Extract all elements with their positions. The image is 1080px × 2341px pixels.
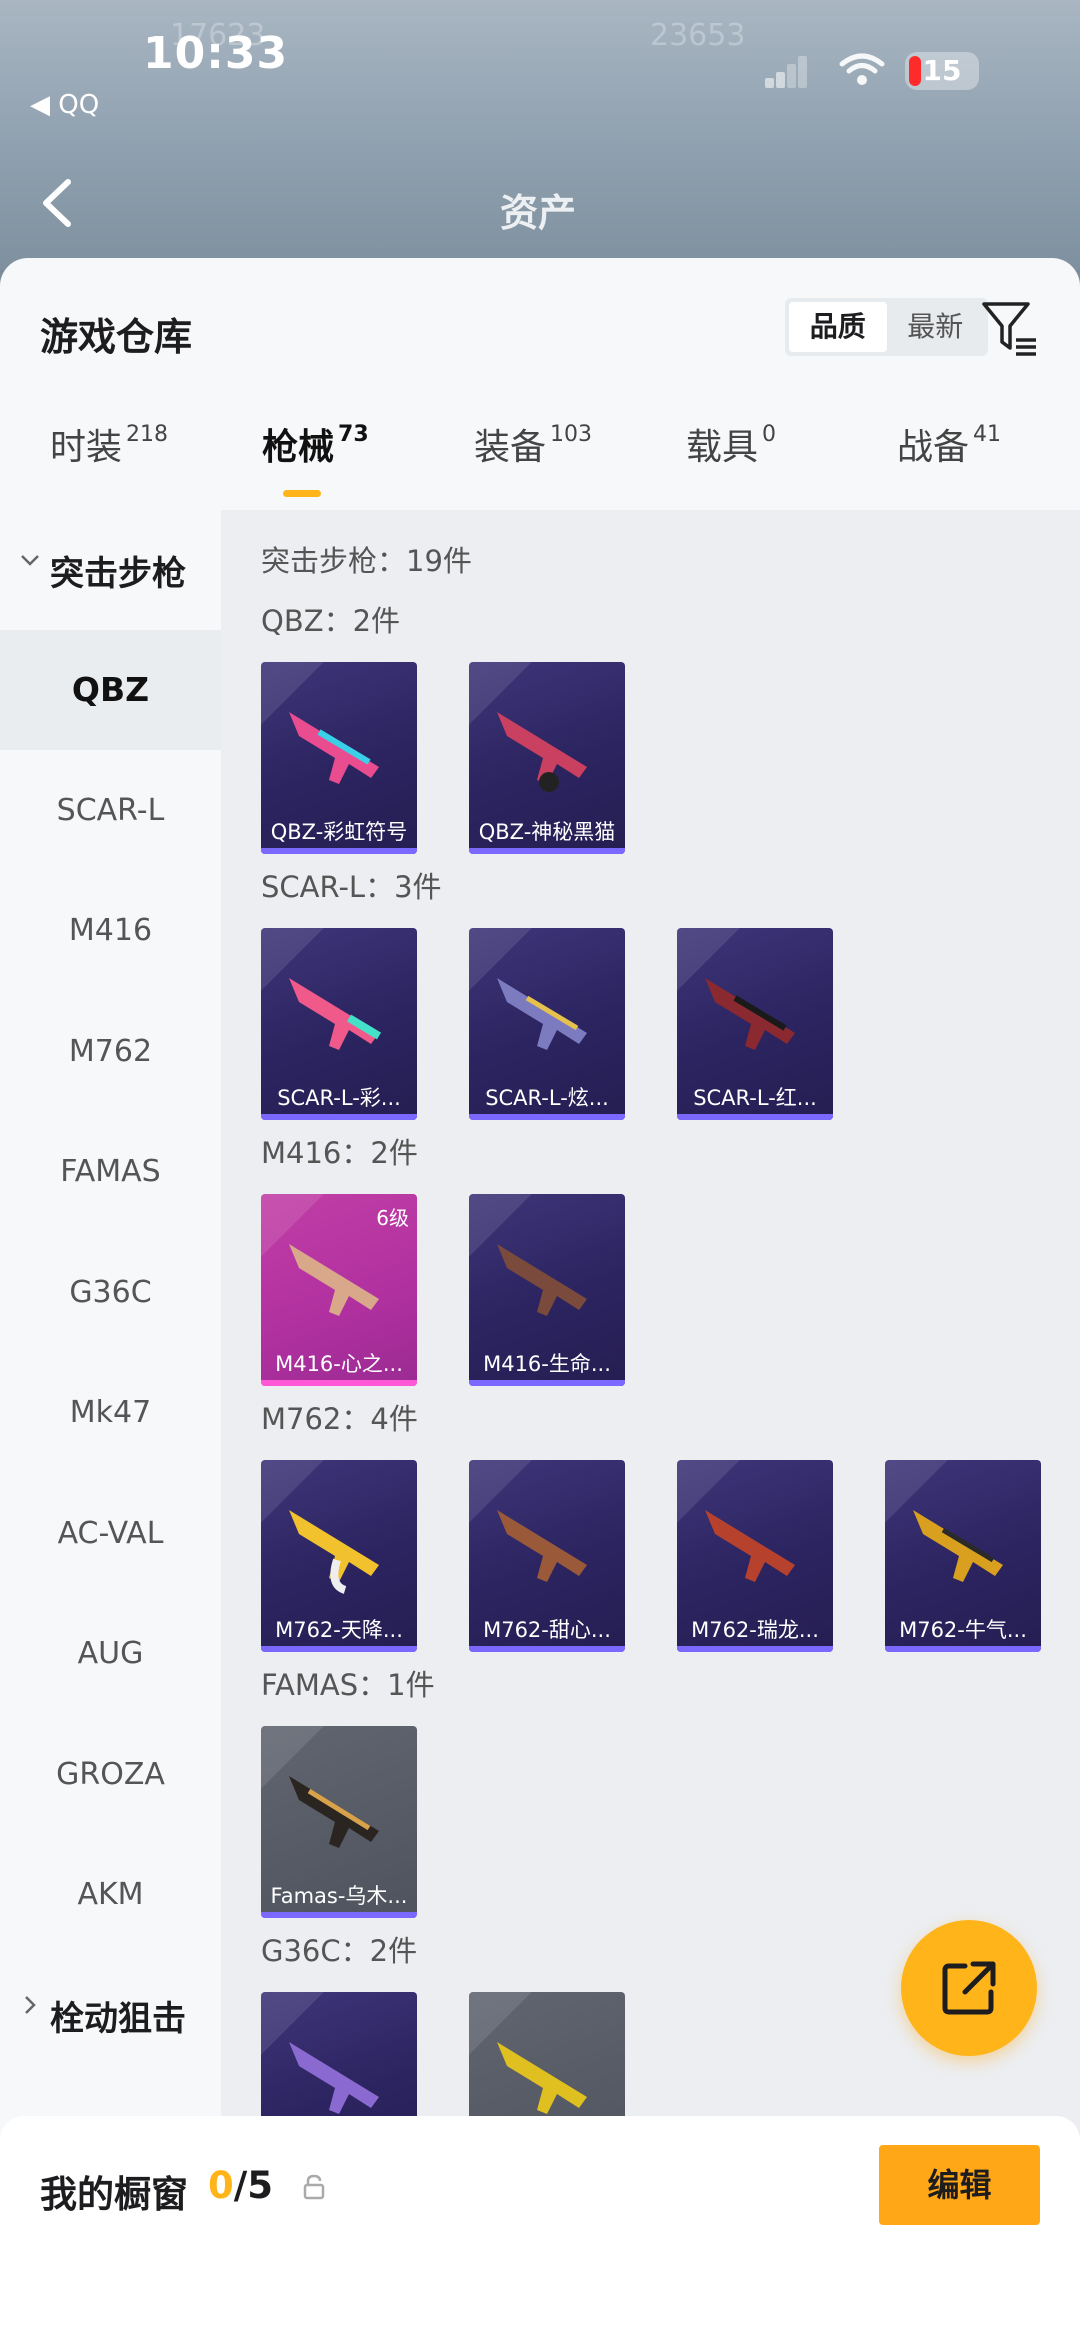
section-title: M762：4件 [261, 1402, 418, 1436]
rifle-skin-icon [497, 712, 587, 792]
section-title: QBZ：2件 [261, 604, 401, 638]
section-title: G36C：2件 [261, 1934, 418, 1968]
section-title: SCAR-L：3件 [261, 870, 442, 904]
showcase-title: 我的橱窗 [40, 2173, 188, 2216]
back-to-app-link[interactable]: ◀ QQ [30, 90, 99, 120]
header-title: 资产 [500, 191, 577, 235]
sheet-title: 游戏仓库 [40, 315, 193, 359]
sidebar-group-bolt-snipers[interactable]: 栓动狙击 [0, 1955, 221, 2065]
weapon-card[interactable]: QBZ-彩虹符号 [261, 662, 417, 854]
tab-fashion[interactable]: 时装 218 [50, 418, 168, 470]
back-arrow-icon[interactable] [38, 178, 78, 228]
sidebar-item-mk47[interactable]: Mk47 [0, 1353, 221, 1473]
edit-button[interactable]: 编辑 [879, 2145, 1040, 2225]
category-tabs: 时装 218 枪械 73 装备 103 载具 0 战备 41 [0, 408, 1080, 488]
sidebar-item-aug[interactable]: AUG [0, 1594, 221, 1714]
category-summary: 突击步枪：19件 [261, 544, 472, 578]
sidebar-item-ac-val[interactable]: AC-VAL [0, 1474, 221, 1594]
sidebar-item-akm[interactable]: AKM [0, 1835, 221, 1955]
weapon-list: 突击步枪：19件 QBZ：2件 QBZ-彩虹符号 QBZ-神秘黑猫 SCAR-L… [221, 510, 1080, 2341]
weapon-card[interactable]: QBZ-神秘黑猫 [469, 662, 625, 854]
sidebar-item-qbz[interactable]: QBZ [0, 630, 221, 750]
weapon-card[interactable]: SCAR-L-红... [677, 928, 833, 1120]
rifle-skin-icon [497, 978, 587, 1050]
tab-equipment[interactable]: 装备 103 [474, 418, 592, 470]
weapon-card[interactable]: M762-天降... [261, 1460, 417, 1652]
active-tab-indicator [283, 490, 321, 497]
sort-toggle: 品质 最新 [785, 298, 988, 356]
rifle-skin-icon [289, 1510, 379, 1594]
rifle-skin-icon [289, 712, 379, 784]
rifle-skin-icon [705, 1510, 795, 1582]
share-button[interactable] [901, 1920, 1037, 2056]
section-title: M416：2件 [261, 1136, 418, 1170]
sidebar-item-m762[interactable]: M762 [0, 992, 221, 1112]
rifle-skin-icon [497, 1244, 587, 1316]
rifle-skin-icon [289, 1244, 379, 1316]
wifi-icon [839, 53, 885, 85]
sidebar-item-m416[interactable]: M416 [0, 871, 221, 991]
weapon-card[interactable]: M762-牛气... [885, 1460, 1041, 1652]
rifle-skin-icon [705, 978, 795, 1050]
sort-quality-button[interactable]: 品质 [789, 302, 887, 352]
sort-newest-button[interactable]: 最新 [887, 302, 985, 352]
lock-icon [303, 2174, 325, 2200]
weapon-card[interactable]: Famas-乌木... [261, 1726, 417, 1918]
section-title: FAMAS：1件 [261, 1668, 435, 1702]
status-time: 10:33 [143, 28, 289, 79]
weapon-card[interactable]: M762-瑞龙... [677, 1460, 833, 1652]
filter-icon[interactable] [980, 298, 1040, 358]
share-external-icon [942, 1961, 996, 2015]
signal-icon [765, 52, 807, 88]
blurred-header: 17623 23653 10:33 ◀ QQ 15 资产 [0, 0, 1080, 270]
rifle-skin-icon [913, 1510, 1003, 1582]
sidebar-item-g36c[interactable]: G36C [0, 1233, 221, 1353]
tab-combat-gear[interactable]: 战备 41 [897, 418, 1001, 470]
blurred-text: 23653 [650, 18, 746, 53]
sidebar-item-famas[interactable]: FAMAS [0, 1112, 221, 1232]
rifle-skin-icon [497, 1510, 587, 1582]
tab-guns[interactable]: 枪械 73 [262, 418, 369, 470]
sidebar-item-scar-l[interactable]: SCAR-L [0, 751, 221, 871]
rifle-skin-icon [289, 978, 382, 1050]
chevron-right-icon [25, 1996, 36, 2014]
tab-vehicles[interactable]: 载具 0 [686, 418, 776, 470]
sidebar: 突击步枪 QBZ SCAR-L M416 M762 FAMAS G36C Mk4… [0, 510, 221, 2341]
battery-indicator: 15 [905, 52, 979, 90]
weapon-card[interactable]: SCAR-L-彩... [261, 928, 417, 1120]
showcase-bar: 我的橱窗 0/5 编辑 [0, 2116, 1080, 2341]
sidebar-group-assault-rifles[interactable]: 突击步枪 [0, 510, 221, 620]
rifle-skin-icon [289, 1776, 379, 1848]
weapon-card[interactable]: SCAR-L-炫... [469, 928, 625, 1120]
weapon-card[interactable]: 6级 M416-心之... [261, 1194, 417, 1386]
showcase-count: 0/5 [208, 2164, 274, 2207]
weapon-card[interactable]: M762-甜心... [469, 1460, 625, 1652]
weapon-card[interactable]: M416-生命... [469, 1194, 625, 1386]
chevron-down-icon [21, 555, 39, 566]
sidebar-item-groza[interactable]: GROZA [0, 1715, 221, 1835]
